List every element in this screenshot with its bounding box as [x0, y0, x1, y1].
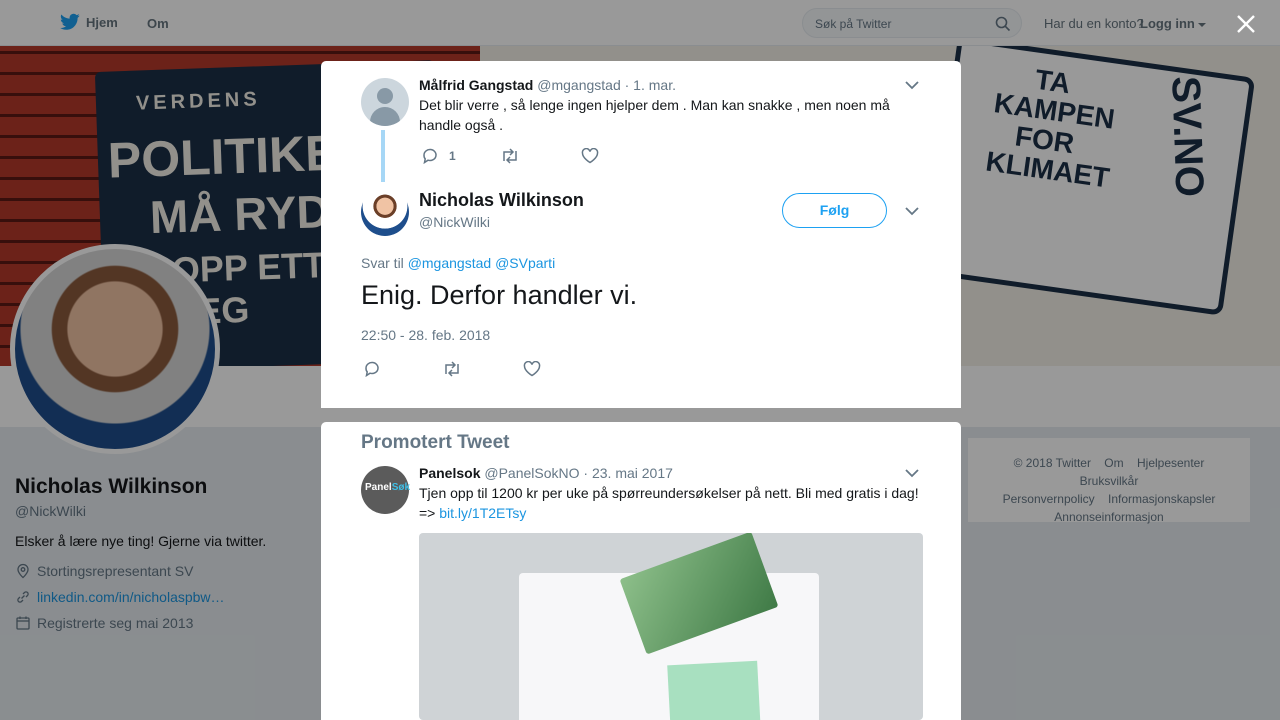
close-icon[interactable] [1234, 12, 1258, 36]
reply-to-line: Svar til @mgangstad @SVparti [361, 255, 555, 271]
main-tweet-timestamp[interactable]: 22:50 - 28. feb. 2018 [361, 327, 490, 343]
parent-tweet-header: Målfrid Gangstad @mgangstad · 1. mar. [419, 77, 676, 93]
reply-to-prefix: Svar til [361, 255, 404, 271]
promoted-avatar-text-a: Panel [365, 482, 392, 493]
parent-tweet-handle[interactable]: @mgangstad [537, 77, 620, 93]
promoted-tweet-text: Tjen opp til 1200 kr per uke på spørreun… [419, 483, 923, 523]
promoted-chevron-down-icon[interactable] [905, 468, 919, 478]
promoted-section-title: Promotert Tweet [361, 432, 510, 453]
reply-icon [423, 148, 437, 165]
main-like-icon[interactable] [523, 361, 541, 377]
promoted-media-image[interactable] [419, 533, 923, 720]
parent-tweet-avatar[interactable] [361, 78, 409, 126]
parent-tweet-text: Det blir verre , så lenge ingen hjelper … [419, 97, 890, 133]
parent-tweet-name[interactable]: Målfrid Gangstad [419, 77, 533, 93]
promoted-tweet-header: Panelsok @PanelSokNO · 23. mai 2017 [419, 465, 673, 481]
like-icon[interactable] [581, 148, 599, 164]
main-reply-icon[interactable] [363, 360, 381, 378]
parent-tweet-date[interactable]: · 1. mar. [625, 77, 676, 93]
main-tweet-avatar[interactable] [361, 188, 409, 236]
main-tweet-text: Enig. Derfor handler vi. [361, 280, 638, 310]
reply-to-mention-1[interactable]: @mgangstad [408, 255, 491, 271]
promoted-link[interactable]: bit.ly/1T2ETsy [439, 505, 526, 521]
follow-button[interactable]: Følg [782, 193, 887, 228]
parent-reply-count: 1 [449, 149, 456, 163]
promoted-name[interactable]: Panelsok [419, 465, 480, 481]
main-retweet-icon[interactable] [442, 361, 462, 377]
promoted-avatar-text-b: Søk [391, 482, 411, 493]
parent-tweet-chevron-down-icon[interactable] [905, 80, 919, 90]
main-tweet-name[interactable]: Nicholas Wilkinson [419, 190, 584, 211]
thread-connector-line [381, 130, 385, 182]
promoted-date[interactable]: · 23. mai 2017 [583, 465, 673, 481]
reply-to-mention-2[interactable]: @SVparti [495, 255, 555, 271]
promoted-handle[interactable]: @PanelSokNO [484, 465, 579, 481]
main-tweet-chevron-down-icon[interactable] [905, 206, 919, 216]
promoted-avatar-logo: PanelSøk [365, 482, 410, 493]
retweet-icon[interactable] [500, 148, 520, 164]
main-tweet-handle[interactable]: @NickWilki [419, 214, 490, 230]
sticky-note-shape [667, 660, 761, 720]
parent-reply-button[interactable]: 1 [421, 147, 456, 165]
promoted-avatar[interactable]: PanelSøk [361, 466, 410, 514]
